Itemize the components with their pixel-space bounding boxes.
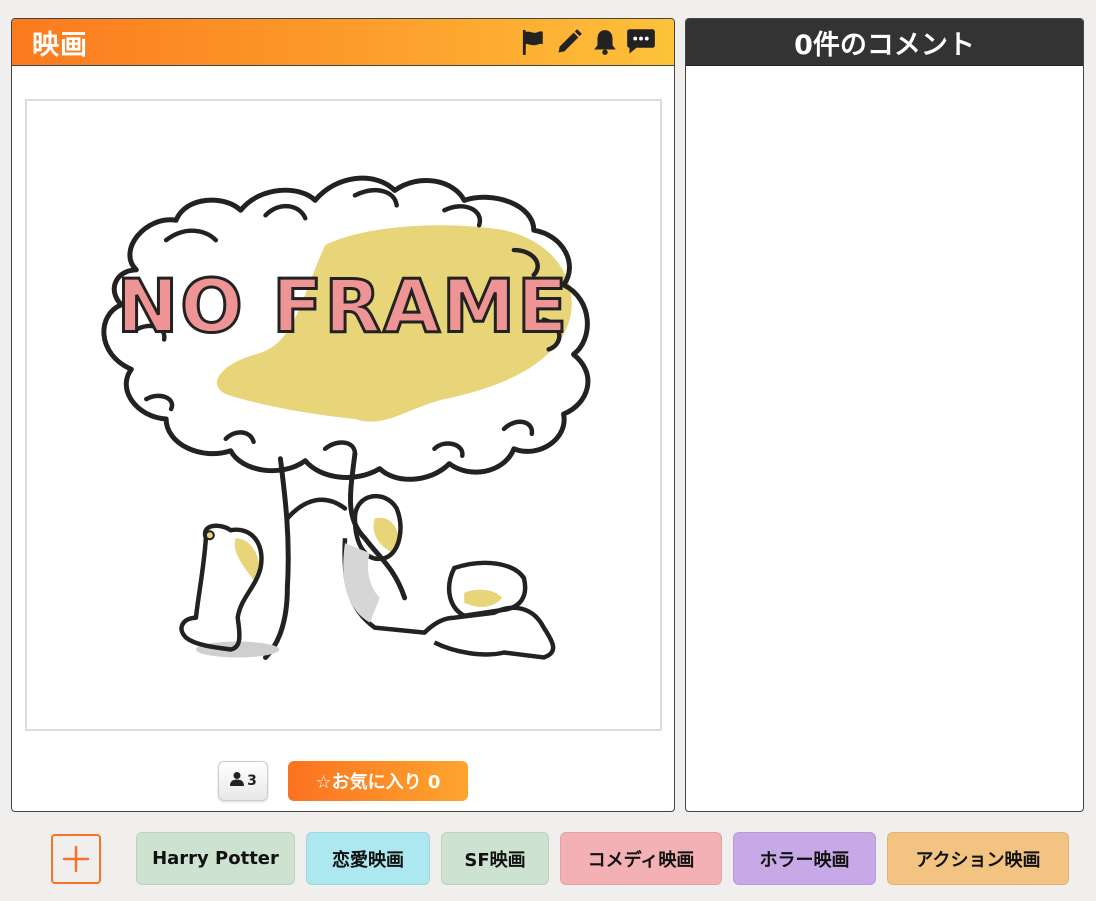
svg-text:NO FRAME: NO FRAME	[117, 265, 570, 350]
tag-list: Harry Potter 恋愛映画 SF映画 コメディ映画 ホラー映画 アクショ…	[136, 832, 1069, 885]
comment-icon[interactable]	[626, 27, 656, 57]
post-image: NO FRAME	[25, 99, 662, 731]
tag-sf[interactable]: SF映画	[441, 832, 549, 885]
tree-illustration: NO FRAME	[101, 175, 591, 660]
tag-romance[interactable]: 恋愛映画	[306, 832, 430, 885]
plus-icon	[62, 845, 90, 873]
tag-action[interactable]: アクション映画	[887, 832, 1069, 885]
tag-comedy[interactable]: コメディ映画	[560, 832, 722, 885]
members-button[interactable]: 3	[218, 761, 268, 801]
post-footer: 3 ☆お気に入り 0	[12, 761, 674, 801]
comments-header: 0件のコメント	[686, 19, 1083, 66]
comments-title: 0件のコメント	[794, 29, 975, 61]
tag-harry-potter[interactable]: Harry Potter	[136, 832, 295, 885]
comments-panel: 0件のコメント	[685, 18, 1084, 812]
tag-horror[interactable]: ホラー映画	[733, 832, 876, 885]
pencil-icon[interactable]	[554, 27, 584, 57]
post-title: 映画	[32, 29, 88, 61]
post-panel: 映画 NO FRAME 3 ☆お気に入り 0	[11, 18, 675, 812]
header-actions	[518, 27, 656, 57]
flag-icon[interactable]	[518, 27, 548, 57]
favorite-label: ☆お気に入り 0	[315, 772, 441, 793]
add-tag-button[interactable]	[51, 834, 101, 884]
bell-icon[interactable]	[590, 27, 620, 57]
post-header: 映画	[12, 19, 674, 66]
member-count: 3	[247, 773, 257, 789]
person-icon	[229, 771, 245, 791]
favorite-button[interactable]: ☆お気に入り 0	[288, 761, 468, 801]
